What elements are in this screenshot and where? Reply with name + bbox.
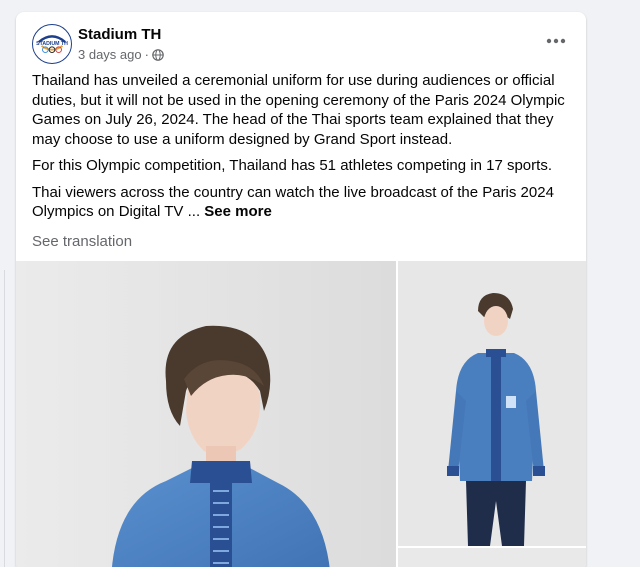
post-timestamp[interactable]: 3 days ago [78, 47, 142, 63]
more-options-icon [546, 38, 566, 44]
see-more-link[interactable]: See more [204, 203, 272, 220]
uniform-closeup-image [16, 261, 396, 567]
post-photo-main[interactable] [16, 261, 396, 567]
post-card: STADIUM TH Stadium TH 3 days ago · Thail… [16, 12, 586, 567]
post-photo-third[interactable] [398, 548, 586, 567]
stadium-logo-icon: STADIUM TH [33, 25, 71, 63]
page-name-link[interactable]: Stadium TH [78, 26, 161, 44]
post-paragraph: Thailand has unveiled a ceremonial unifo… [32, 72, 565, 148]
post-header: STADIUM TH Stadium TH 3 days ago · [16, 12, 586, 72]
truncated-text: Thai viewers across the country can watc… [32, 183, 554, 221]
adjacent-panel-edge [0, 270, 5, 567]
post-meta: 3 days ago · [78, 47, 164, 63]
see-translation-link[interactable]: See translation [32, 232, 132, 251]
uniform-third-image [398, 548, 586, 567]
post-photo-fullbody[interactable] [398, 261, 586, 546]
uniform-fullbody-image [398, 261, 586, 546]
meta-separator-dot: · [144, 47, 149, 62]
page-avatar[interactable]: STADIUM TH [32, 24, 72, 64]
globe-icon[interactable] [152, 49, 164, 61]
more-options-button[interactable] [542, 30, 570, 52]
avatar-logo-text: STADIUM TH [36, 41, 68, 47]
post-paragraph-truncated: Thai viewers across the country can watc… [32, 183, 572, 222]
post-message: Thailand has unveiled a ceremonial unifo… [32, 71, 572, 229]
post-paragraph: For this Olympic competition, Thailand h… [32, 157, 552, 174]
